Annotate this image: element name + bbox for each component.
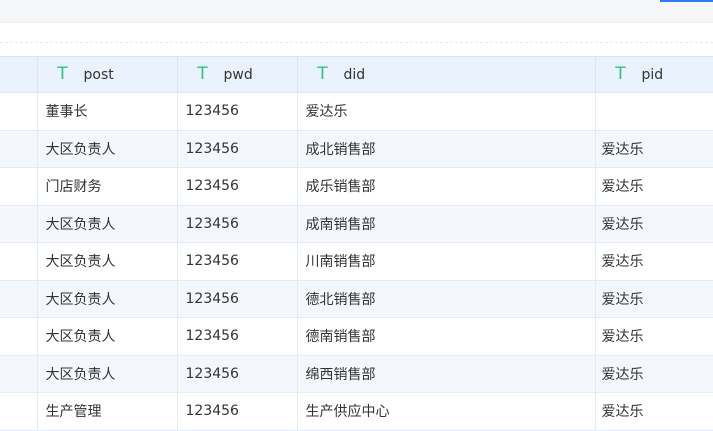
text-type-icon: T [317,64,328,84]
table-row[interactable]: 大区负责人 123456 绵西销售部 爱达乐 [0,355,713,393]
text-type-icon: T [615,64,626,84]
toolbar-area [0,0,713,23]
text-type-icon: T [197,64,208,84]
row-header-cell[interactable] [0,130,38,168]
table-row[interactable]: 大区负责人 123456 德南销售部 爱达乐 [0,317,713,356]
table-row[interactable]: 大区负责人 123456 成北销售部 爱达乐 [0,130,713,168]
table-row[interactable]: 大区负责人 123456 成南销售部 爱达乐 [0,205,713,243]
cell-did[interactable]: 生产供应中心 [297,392,596,431]
filter-bar [0,23,713,43]
cell-post[interactable]: 大区负责人 [37,355,178,393]
cell-pwd[interactable]: 123456 [177,205,298,243]
cell-pid[interactable] [595,92,713,131]
cell-post[interactable]: 生产管理 [37,392,178,431]
row-header-cell[interactable] [0,92,38,131]
row-header-cell[interactable] [0,205,38,243]
table-row[interactable]: 门店财务 123456 成乐销售部 爱达乐 [0,167,713,206]
cell-pwd[interactable]: 123456 [177,92,298,131]
cell-did[interactable]: 川南销售部 [297,242,596,281]
cell-did[interactable]: 成南销售部 [297,205,596,243]
cell-pid[interactable]: 爱达乐 [595,355,713,393]
cell-pwd[interactable]: 123456 [177,130,298,168]
data-table: Tpost Tpwd Tdid Tpid 董事长 123456 爱达乐 大区负责人 12… [0,56,713,431]
cell-post[interactable]: 大区负责人 [37,130,178,168]
row-header-cell[interactable] [0,167,38,206]
cell-did[interactable]: 成乐销售部 [297,167,596,206]
row-header-cell[interactable] [0,280,38,318]
cell-pwd[interactable]: 123456 [177,392,298,431]
cell-pid[interactable]: 爱达乐 [595,392,713,431]
column-header-did[interactable]: Tdid [297,56,596,93]
table-row[interactable]: 大区负责人 123456 德北销售部 爱达乐 [0,280,713,318]
cell-pid[interactable]: 爱达乐 [595,280,713,318]
column-label: post [83,66,114,83]
cell-did[interactable]: 爱达乐 [297,92,596,131]
row-header-cell[interactable] [0,355,38,393]
row-header-cell[interactable] [0,242,38,281]
cell-did[interactable]: 德北销售部 [297,280,596,318]
cell-pwd[interactable]: 123456 [177,317,298,356]
column-label: pwd [223,66,253,83]
cell-pid[interactable]: 爱达乐 [595,130,713,168]
cell-pid[interactable]: 爱达乐 [595,242,713,281]
table-row[interactable]: 生产管理 123456 生产供应中心 爱达乐 [0,392,713,431]
cell-pid[interactable]: 爱达乐 [595,167,713,206]
header-row: Tpost Tpwd Tdid Tpid [0,56,713,93]
cell-pwd[interactable]: 123456 [177,355,298,393]
column-header-post[interactable]: Tpost [37,56,178,93]
cell-post[interactable]: 大区负责人 [37,280,178,318]
row-header-cell[interactable] [0,392,38,431]
row-header-corner [0,56,38,93]
cell-did[interactable]: 成北销售部 [297,130,596,168]
row-header-cell[interactable] [0,317,38,356]
data-grid: Tpost Tpwd Tdid Tpid 董事长 123456 爱达乐 大区负责人 12… [0,56,713,431]
cell-did[interactable]: 绵西销售部 [297,355,596,393]
cell-post[interactable]: 大区负责人 [37,317,178,356]
cell-pwd[interactable]: 123456 [177,242,298,281]
cell-pwd[interactable]: 123456 [177,280,298,318]
cell-post[interactable]: 大区负责人 [37,242,178,281]
column-label: did [343,66,366,83]
text-type-icon: T [57,64,68,84]
table-row[interactable]: 大区负责人 123456 川南销售部 爱达乐 [0,242,713,281]
primary-button-edge[interactable] [660,0,713,2]
cell-post[interactable]: 门店财务 [37,167,178,206]
cell-did[interactable]: 德南销售部 [297,317,596,356]
cell-pwd[interactable]: 123456 [177,167,298,206]
cell-post[interactable]: 大区负责人 [37,205,178,243]
cell-pid[interactable]: 爱达乐 [595,317,713,356]
column-header-pid[interactable]: Tpid [595,56,713,93]
column-label: pid [641,66,664,83]
table-row[interactable]: 董事长 123456 爱达乐 [0,92,713,131]
column-header-pwd[interactable]: Tpwd [177,56,298,93]
cell-pid[interactable]: 爱达乐 [595,205,713,243]
cell-post[interactable]: 董事长 [37,92,178,131]
